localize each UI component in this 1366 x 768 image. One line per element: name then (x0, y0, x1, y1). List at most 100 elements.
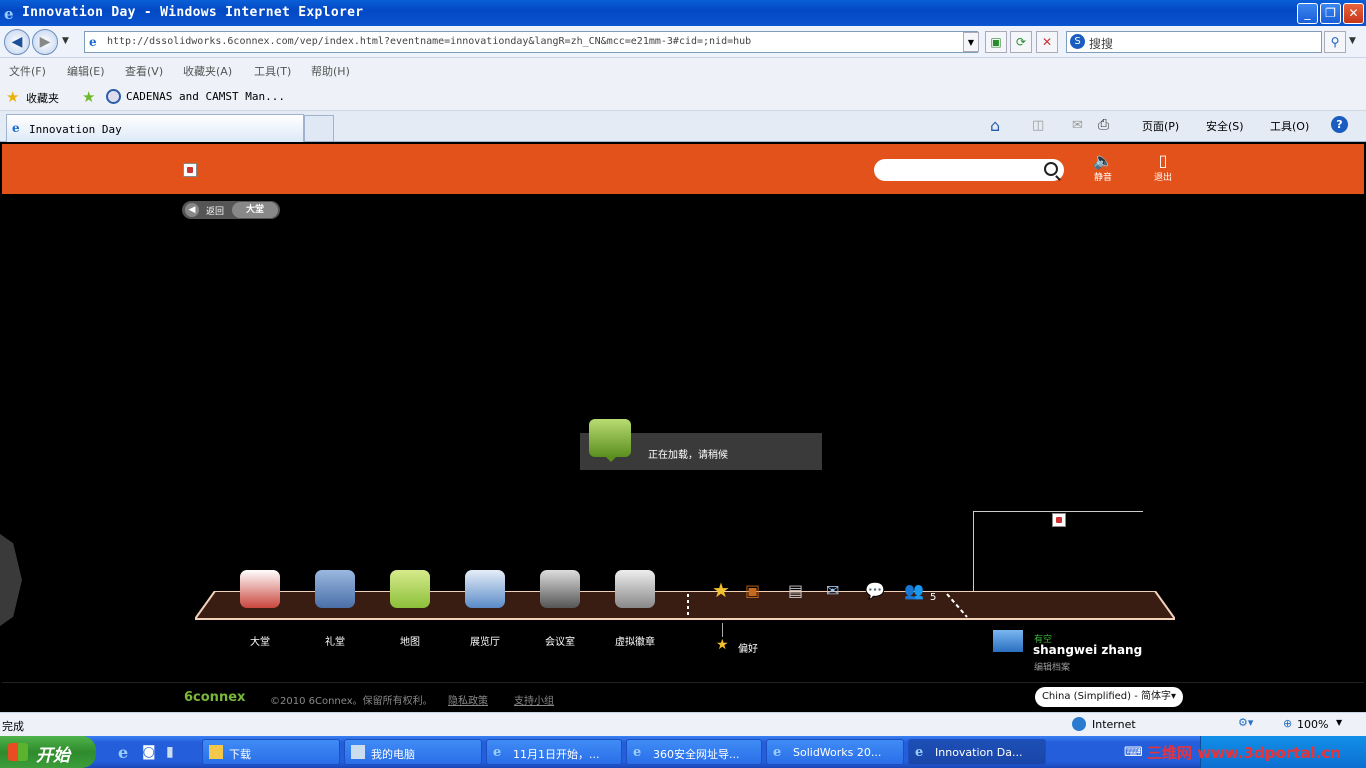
page-menu[interactable]: 页面(P) (1142, 118, 1179, 134)
zoom-icon[interactable]: ⊕ (1283, 717, 1292, 730)
favorite-link[interactable]: CADENAS and CAMST Man... (126, 90, 285, 103)
task-download[interactable]: 下载 (202, 739, 340, 765)
copyright-text: ©2010 6Connex。保留所有权利。 (270, 696, 433, 707)
start-label: 开始 (36, 746, 70, 766)
page-icon: e (89, 35, 97, 49)
minimize-button[interactable]: _ (1297, 3, 1318, 24)
help-icon[interactable]: ? (1331, 116, 1348, 133)
print-icon[interactable]: ⎙ (1098, 117, 1109, 133)
nav-auditorium-label[interactable]: 礼堂 (305, 633, 365, 648)
avatar[interactable] (993, 630, 1023, 652)
nav-auditorium-icon[interactable] (315, 570, 355, 608)
favorites-connector (722, 623, 723, 637)
menu-view[interactable]: 查看(V) (125, 63, 163, 79)
loading-text: 正在加载，请稍候 (648, 450, 728, 461)
task-innovation-day[interactable]: e Innovation Da... (908, 739, 1046, 765)
breadcrumb-current[interactable]: 大堂 (232, 202, 278, 218)
site-footer: 6connex ©2010 6Connex。保留所有权利。 隐私政策 支持小组 … (2, 682, 1364, 710)
add-favorite-icon[interactable]: ★ (82, 88, 95, 106)
site-favicon-icon (106, 89, 121, 104)
restore-button[interactable]: ❐ (1320, 3, 1341, 24)
system-tray: 三维网 www.3dportal.cn (1147, 736, 1366, 768)
feeds-icon[interactable]: ◫ (1032, 118, 1044, 133)
safety-menu[interactable]: 安全(S) (1206, 118, 1244, 134)
search-button[interactable]: ⚲ (1324, 31, 1346, 53)
back-arrow-icon[interactable]: ◀ (185, 203, 199, 217)
address-toolbar: ◀ ▶ ▼ e http://dssolidworks.6connex.com/… (0, 26, 1366, 58)
quicklaunch-ie-icon[interactable]: e (118, 743, 128, 762)
mute-button[interactable]: 🔈 静音 (1088, 152, 1118, 184)
nav-badge-label[interactable]: 虚拟徽章 (605, 633, 665, 648)
stop-icon[interactable]: ✕ (1036, 31, 1058, 53)
search-input[interactable]: S 搜搜 (1066, 31, 1322, 53)
task-browser-3[interactable]: e SolidWorks 20... (766, 739, 904, 765)
history-dropdown-icon[interactable]: ▼ (62, 36, 69, 46)
protected-mode-icon[interactable]: ⚙▾ (1238, 716, 1253, 729)
nav-map-label[interactable]: 地图 (380, 633, 440, 648)
tools-menu[interactable]: 工具(O) (1270, 118, 1309, 134)
zoom-dropdown-icon[interactable]: ▼ (1336, 718, 1342, 727)
read-mail-icon[interactable]: ✉ (1072, 118, 1083, 133)
nav-exhibit-hall-icon[interactable] (465, 570, 505, 608)
people-icon[interactable]: 👥 (904, 581, 924, 600)
back-button[interactable]: ◀ (4, 29, 30, 55)
menu-tools[interactable]: 工具(T) (254, 63, 291, 79)
nav-exhibit-hall-label[interactable]: 展览厅 (455, 633, 515, 648)
favorites-button[interactable]: 收藏夹 (26, 90, 59, 106)
menu-favorites[interactable]: 收藏夹(A) (183, 63, 232, 79)
online-count: 5 (930, 592, 937, 603)
menu-help[interactable]: 帮助(H) (311, 63, 350, 79)
chat-icon[interactable]: 💬 (865, 581, 885, 600)
ie-logo-icon: e (4, 5, 14, 23)
task-label: 我的电脑 (371, 748, 415, 761)
nav-lobby-label[interactable]: 大堂 (230, 633, 290, 648)
support-link[interactable]: 支持小组 (514, 692, 554, 707)
close-button[interactable]: ✕ (1343, 3, 1364, 24)
left-scroll-handle[interactable] (0, 534, 22, 626)
breadcrumb-back[interactable]: 返回 (206, 204, 224, 217)
favorites-label-star-icon: ★ (716, 637, 729, 653)
nav-badge-icon[interactable] (615, 570, 655, 608)
address-dropdown-button[interactable]: ▼ (963, 32, 979, 52)
favorites-star-icon[interactable]: ★ (6, 88, 19, 106)
site-search-input[interactable] (874, 159, 1064, 181)
zoom-level[interactable]: 100% (1297, 718, 1328, 731)
favorites-star-icon[interactable]: ★ (712, 578, 730, 602)
favorites-bar: ★ 收藏夹 ★ CADENAS and CAMST Man... (0, 82, 1366, 111)
mail-icon[interactable]: ✉ (826, 581, 839, 600)
tab-innovation-day[interactable]: e Innovation Day (6, 114, 304, 142)
menu-edit[interactable]: 编辑(E) (67, 63, 105, 79)
task-label: 360安全网址导... (653, 748, 740, 761)
logout-button[interactable]: ▯ 退出 (1148, 152, 1178, 184)
keyboard-icon[interactable]: ⌨ (1124, 745, 1143, 760)
tab-bar: e Innovation Day ⌂ ◫ ✉ ⎙ 页面(P) 安全(S) 工具(… (0, 111, 1366, 142)
briefcase-icon[interactable]: ▣ (745, 581, 760, 600)
language-select[interactable]: China (Simplified) - 简体字▾ (1035, 687, 1183, 707)
new-tab-button[interactable] (304, 115, 334, 141)
status-text: 完成 (2, 720, 24, 733)
task-my-computer[interactable]: 我的电脑 (344, 739, 482, 765)
home-icon[interactable]: ⌂ (990, 116, 1000, 135)
nav-map-icon[interactable] (390, 570, 430, 608)
nav-meeting-room-icon[interactable] (540, 570, 580, 608)
privacy-link[interactable]: 隐私政策 (448, 692, 488, 707)
nav-lobby-icon[interactable] (240, 570, 280, 608)
site-search-icon[interactable] (1044, 162, 1058, 176)
logout-label: 退出 (1153, 173, 1172, 183)
folder-icon (209, 745, 223, 759)
task-browser-1[interactable]: e 11月1日开始，... (486, 739, 622, 765)
edit-profile-link[interactable]: 编辑档案 (1034, 660, 1070, 673)
menu-file[interactable]: 文件(F) (9, 63, 46, 79)
search-options-icon[interactable]: ▼ (1349, 36, 1356, 46)
forward-button[interactable]: ▶ (32, 29, 58, 55)
quicklaunch-desktop-icon[interactable]: ◙ (142, 744, 156, 760)
address-input[interactable]: e http://dssolidworks.6connex.com/vep/in… (84, 31, 978, 53)
nav-meeting-room-label[interactable]: 会议室 (530, 633, 590, 648)
compat-view-icon[interactable]: ▣ (985, 31, 1007, 53)
refresh-icon[interactable]: ⟳ (1010, 31, 1032, 53)
start-button[interactable]: 开始 (0, 736, 96, 768)
task-browser-2[interactable]: e 360安全网址导... (626, 739, 762, 765)
favorites-label[interactable]: 偏好 (738, 640, 758, 655)
notes-icon[interactable]: ▤ (788, 581, 803, 600)
quicklaunch-app-icon[interactable]: ▮ (166, 744, 174, 760)
